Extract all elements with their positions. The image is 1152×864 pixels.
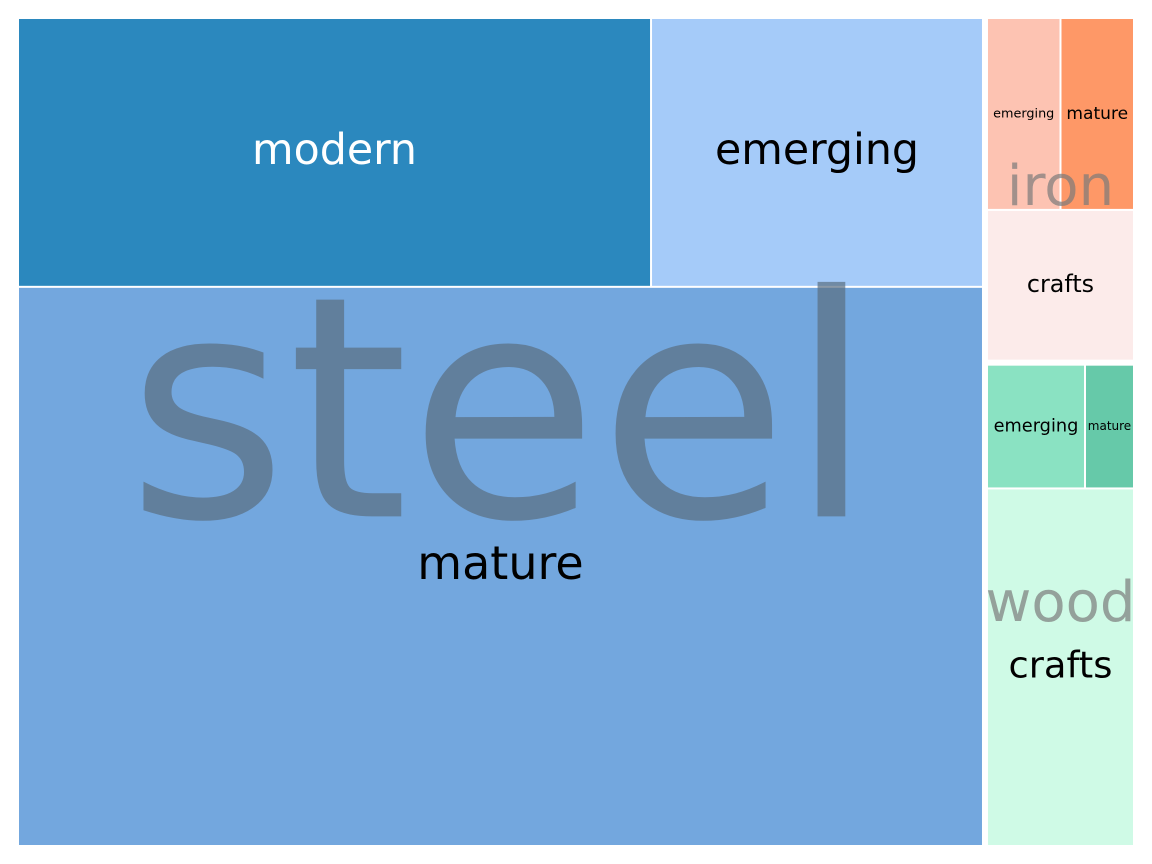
- treemap-cell-label-wood-mature: mature: [1088, 419, 1131, 433]
- treemap-cell-label-steel-modern: modern: [252, 125, 417, 175]
- treemap-group-label-wood: wood: [985, 570, 1135, 635]
- treemap-cell-label-iron-emerging: emerging: [993, 106, 1054, 121]
- treemap-cell-label-wood-crafts: crafts: [1009, 644, 1113, 687]
- treemap-chart: modern emerging mature emerging mature crafts…: [19, 19, 1135, 845]
- treemap-group-label-iron: iron: [1007, 154, 1114, 219]
- treemap-cell-label-iron-crafts: crafts: [1027, 270, 1094, 298]
- treemap-group-label-steel: steel: [127, 229, 874, 589]
- treemap-cell-label-steel-emerging: emerging: [715, 125, 919, 175]
- treemap-cell-label-wood-emerging: emerging: [994, 417, 1079, 437]
- treemap-cell-label-iron-mature: mature: [1066, 104, 1128, 124]
